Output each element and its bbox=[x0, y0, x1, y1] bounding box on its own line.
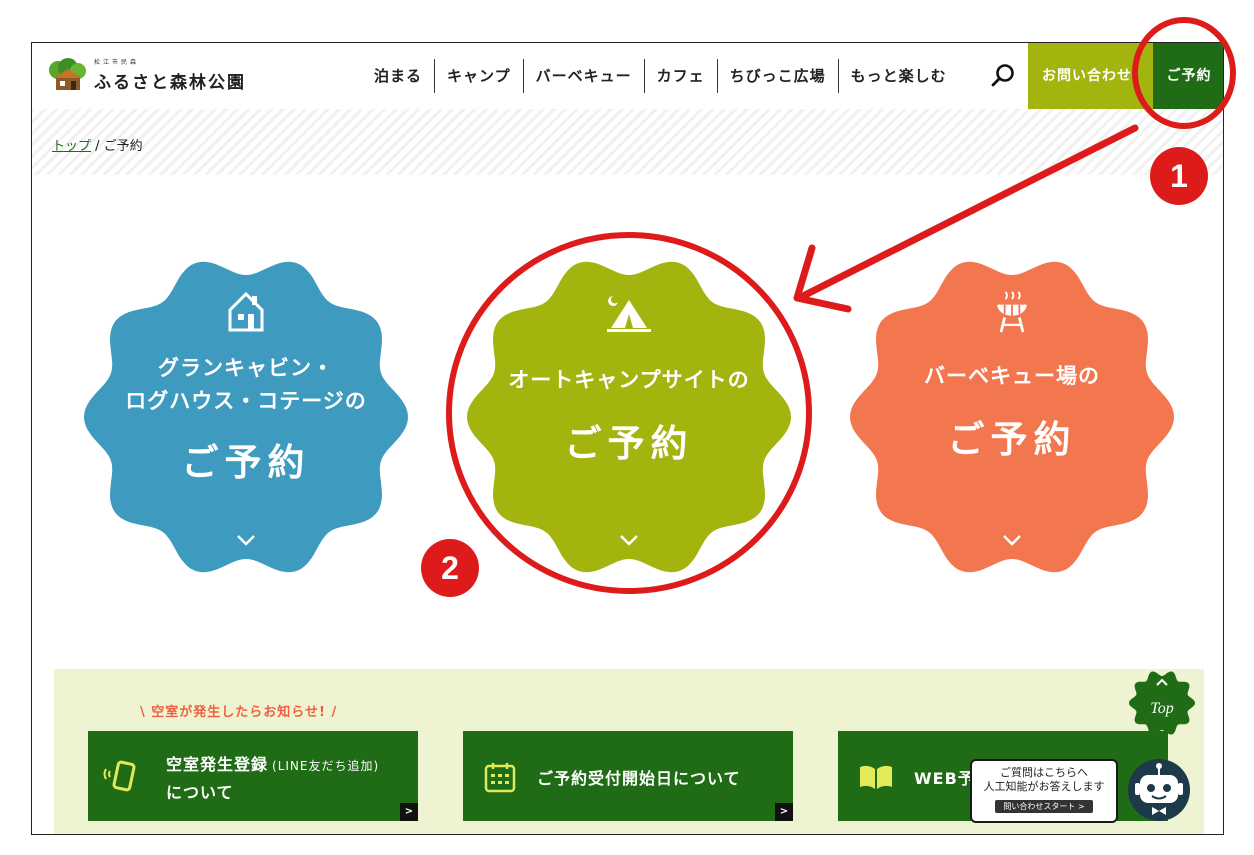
vacancy-notice-heading: \ 空室が発生したらお知らせ! / bbox=[140, 705, 338, 720]
autocamp-reservation-badge[interactable]: オートキャンプサイトの ご予約 bbox=[464, 252, 794, 582]
reservation-start-date-card[interactable]: ご予約受付開始日について > bbox=[463, 731, 793, 821]
nav-item-kids-plaza[interactable]: ちびっこ広場 bbox=[718, 59, 839, 93]
breadcrumb-current: ご予約 bbox=[103, 139, 143, 154]
chevron-down-icon bbox=[620, 535, 638, 546]
badge-title: ご予約 bbox=[564, 422, 694, 465]
top-button-label: Top bbox=[1150, 700, 1173, 717]
search-icon[interactable] bbox=[987, 60, 1019, 92]
logo-subtitle: 松江市民森 bbox=[94, 59, 140, 66]
chat-robot-icon[interactable] bbox=[1126, 757, 1192, 823]
reserve-button[interactable]: ご予約 bbox=[1153, 43, 1223, 109]
annotation-step-1-badge: 1 bbox=[1150, 147, 1208, 205]
chat-start-button[interactable]: 問い合わせスタート > bbox=[995, 800, 1093, 813]
breadcrumb: トップ / ご予約 bbox=[52, 135, 143, 154]
chevron-down-icon bbox=[1003, 535, 1021, 546]
badge-title: ご予約 bbox=[947, 418, 1077, 461]
phone-icon bbox=[103, 760, 136, 792]
breadcrumb-separator: / bbox=[91, 139, 104, 154]
site-header: 松江市民森 ふるさと森林公園 泊まる キャンプ バーベキュー カフェ ちびっこ広… bbox=[32, 43, 1223, 109]
tent-icon bbox=[607, 296, 651, 332]
house-icon bbox=[228, 291, 264, 332]
badge-line1: グランキャビン・ bbox=[158, 356, 334, 380]
browser-frame: 松江市民森 ふるさと森林公園 泊まる キャンプ バーベキュー カフェ ちびっこ広… bbox=[31, 42, 1224, 835]
book-icon bbox=[860, 765, 892, 789]
contact-button[interactable]: お問い合わせ bbox=[1028, 43, 1153, 109]
breadcrumb-home-link[interactable]: トップ bbox=[52, 139, 91, 154]
card-title-line2: について bbox=[166, 783, 234, 802]
badge-line1: バーベキュー場の bbox=[924, 364, 1100, 388]
annotation-step-2-badge: 2 bbox=[421, 539, 479, 597]
ai-chat-bubble[interactable]: ご質問はこちらへ 人工知能がお答えします 問い合わせスタート > bbox=[970, 759, 1118, 823]
chat-line1: ご質問はこちらへ bbox=[1000, 766, 1088, 779]
card-title: ご予約受付開始日について bbox=[537, 769, 741, 788]
badge-line1: オートキャンプサイトの bbox=[508, 368, 750, 392]
nav-item-bbq[interactable]: バーベキュー bbox=[524, 59, 645, 93]
arrow-right-icon: > bbox=[400, 803, 418, 821]
chat-line2: 人工知能がお答えします bbox=[983, 780, 1105, 793]
card-subtitle: (LINE友だち追加) bbox=[272, 759, 380, 773]
logo-title: ふるさと森林公園 bbox=[94, 73, 246, 93]
chevron-down-icon bbox=[237, 535, 255, 546]
card-title: WEB予 bbox=[914, 769, 975, 788]
bbq-grill-icon bbox=[997, 291, 1027, 333]
cabin-reservation-badge[interactable]: グランキャビン・ ログハウス・コテージの ご予約 bbox=[81, 252, 411, 582]
bbq-reservation-badge[interactable]: バーベキュー場の ご予約 bbox=[847, 252, 1177, 582]
nav-item-more[interactable]: もっと楽しむ bbox=[839, 59, 959, 93]
vacancy-registration-card[interactable]: 空室発生登録 (LINE友だち追加) について > bbox=[88, 731, 418, 821]
badge-line2: ログハウス・コテージの bbox=[125, 389, 367, 413]
site-logo[interactable]: 松江市民森 ふるさと森林公園 bbox=[46, 57, 246, 93]
back-to-top-button[interactable]: Top bbox=[1128, 669, 1196, 737]
card-title: 空室発生登録 bbox=[166, 755, 269, 774]
main-nav: 泊まる キャンプ バーベキュー カフェ ちびっこ広場 もっと楽しむ bbox=[362, 43, 959, 109]
logo-tree-house-icon bbox=[49, 58, 86, 90]
nav-item-stay[interactable]: 泊まる bbox=[362, 59, 436, 93]
calendar-icon bbox=[484, 763, 516, 793]
nav-item-cafe[interactable]: カフェ bbox=[645, 59, 718, 93]
badge-title: ご予約 bbox=[181, 441, 311, 484]
nav-item-camp[interactable]: キャンプ bbox=[435, 59, 524, 93]
breadcrumb-band: トップ / ご予約 bbox=[32, 109, 1223, 175]
arrow-right-icon: > bbox=[775, 803, 793, 821]
